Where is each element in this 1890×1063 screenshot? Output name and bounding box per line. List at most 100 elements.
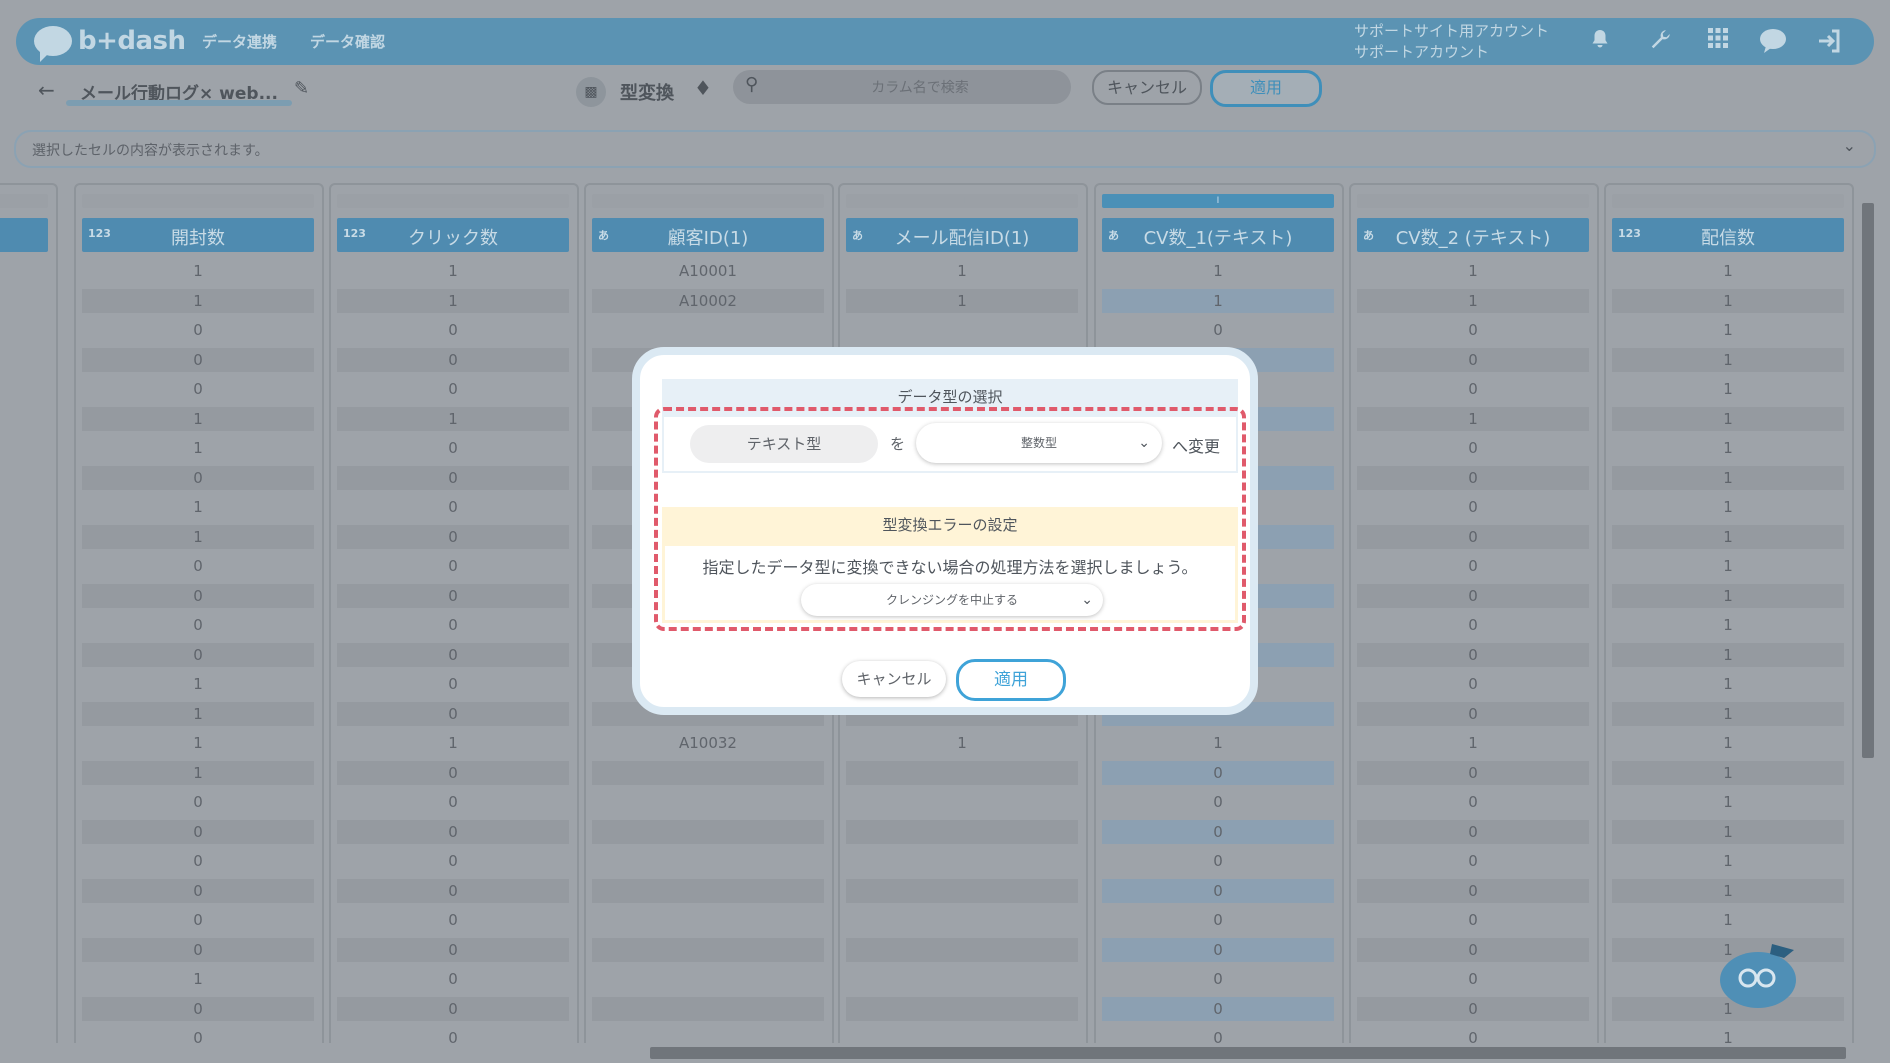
table-cell[interactable]: 0 bbox=[337, 436, 569, 460]
table-cell[interactable]: 0 bbox=[337, 1026, 569, 1043]
table-cell[interactable]: 0 bbox=[1102, 996, 1334, 1021]
table-cell[interactable]: 1 bbox=[337, 406, 569, 431]
table-cell[interactable]: 0 bbox=[337, 878, 569, 903]
table-cell[interactable]: 0 bbox=[1102, 849, 1334, 873]
table-cell[interactable]: 1 bbox=[1612, 672, 1844, 696]
table-cell[interactable]: 1 bbox=[1612, 790, 1844, 814]
table-cell[interactable]: 0 bbox=[82, 819, 314, 844]
table-cell[interactable]: 1 bbox=[337, 731, 569, 755]
table-cell[interactable] bbox=[592, 878, 824, 903]
table-cell[interactable]: 1 bbox=[82, 731, 314, 755]
dialog-cancel-button[interactable]: キャンセル bbox=[842, 661, 946, 697]
table-cell[interactable]: 0 bbox=[1357, 583, 1589, 608]
table-cell[interactable]: 0 bbox=[1102, 967, 1334, 991]
table-cell[interactable]: 1 bbox=[1102, 731, 1334, 755]
table-cell[interactable]: 0 bbox=[337, 642, 569, 667]
table-cell[interactable]: 0 bbox=[1102, 937, 1334, 962]
table-cell[interactable]: 1 bbox=[1612, 731, 1844, 755]
table-cell[interactable]: 1 bbox=[1612, 613, 1844, 637]
column-header[interactable]: 123 配信数 bbox=[1612, 218, 1844, 252]
table-cell[interactable]: 1 bbox=[1612, 1026, 1844, 1043]
column-letter[interactable]: H bbox=[846, 194, 1078, 208]
table-cell[interactable]: 0 bbox=[1357, 554, 1589, 578]
table-cell[interactable]: 1 bbox=[1357, 259, 1589, 283]
table-cell[interactable]: 0 bbox=[1102, 908, 1334, 932]
table-cell[interactable]: 0 bbox=[82, 878, 314, 903]
table-cell[interactable]: 1 bbox=[1612, 318, 1844, 342]
table-cell[interactable]: 0 bbox=[1357, 436, 1589, 460]
table-cell[interactable]: 0 bbox=[337, 672, 569, 696]
column-letter[interactable]: E bbox=[82, 194, 314, 208]
table-cell[interactable]: 1 bbox=[82, 406, 314, 431]
table-cell[interactable]: 1 bbox=[846, 259, 1078, 283]
pencil-icon[interactable]: ✎ bbox=[294, 78, 309, 99]
table-cell[interactable]: 1 bbox=[82, 288, 314, 313]
table-cell[interactable]: 1 bbox=[1612, 436, 1844, 460]
table-cell[interactable] bbox=[846, 760, 1078, 785]
table-cell[interactable]: 0 bbox=[1357, 937, 1589, 962]
table-cell[interactable]: 1 bbox=[1612, 495, 1844, 519]
table-cell[interactable]: 1 bbox=[1102, 259, 1334, 283]
table-cell[interactable]: 0 bbox=[1357, 1026, 1589, 1043]
table-cell[interactable] bbox=[592, 967, 824, 991]
table-cell[interactable]: A10032 bbox=[592, 731, 824, 755]
column-letter[interactable]: F bbox=[337, 194, 569, 208]
table-cell[interactable]: 0 bbox=[1357, 878, 1589, 903]
table-cell[interactable] bbox=[592, 996, 824, 1021]
table-cell[interactable]: 0 bbox=[82, 377, 314, 401]
table-cell[interactable] bbox=[592, 790, 824, 814]
table-cell[interactable] bbox=[846, 878, 1078, 903]
table-cell[interactable]: 0 bbox=[1357, 318, 1589, 342]
toolbar-cancel-button[interactable]: キャンセル bbox=[1092, 70, 1202, 105]
table-cell[interactable] bbox=[846, 967, 1078, 991]
table-cell[interactable]: 1 bbox=[82, 524, 314, 549]
table-cell[interactable]: 1 bbox=[1612, 524, 1844, 549]
table-cell[interactable] bbox=[846, 908, 1078, 932]
to-type-select[interactable]: 整数型 ⌄ bbox=[916, 423, 1162, 463]
table-cell[interactable]: 0 bbox=[1357, 790, 1589, 814]
table-cell[interactable]: 0 bbox=[1102, 1026, 1334, 1043]
error-handling-select[interactable]: クレンジングを中止する ⌄ bbox=[801, 584, 1103, 616]
table-cell[interactable]: 1 bbox=[846, 731, 1078, 755]
table-cell[interactable]: 1 bbox=[1612, 465, 1844, 490]
table-cell[interactable]: 0 bbox=[337, 554, 569, 578]
table-cell[interactable]: 0 bbox=[82, 318, 314, 342]
table-cell[interactable]: 1 bbox=[1612, 288, 1844, 313]
column-letter[interactable]: G bbox=[592, 194, 824, 208]
table-cell[interactable]: 0 bbox=[337, 790, 569, 814]
table-cell[interactable]: 0 bbox=[337, 318, 569, 342]
table-cell[interactable]: 1 bbox=[1612, 642, 1844, 667]
table-cell[interactable] bbox=[592, 1026, 824, 1043]
column-search-input[interactable] bbox=[773, 70, 1067, 106]
horizontal-scroll-thumb[interactable] bbox=[650, 1047, 1846, 1059]
dialog-apply-button[interactable]: 適用 bbox=[956, 659, 1066, 701]
horizontal-scrollbar[interactable] bbox=[0, 1045, 1858, 1061]
table-cell[interactable]: 0 bbox=[82, 1026, 314, 1043]
table-cell[interactable]: 1 bbox=[1612, 406, 1844, 431]
table-cell[interactable]: 0 bbox=[337, 967, 569, 991]
table-cell[interactable]: 1 bbox=[337, 259, 569, 283]
table-cell[interactable] bbox=[592, 819, 824, 844]
vertical-scroll-thumb[interactable] bbox=[1862, 203, 1874, 758]
table-cell[interactable]: 1 bbox=[1612, 701, 1844, 726]
table-cell[interactable]: 0 bbox=[337, 377, 569, 401]
table-cell[interactable]: 1 bbox=[1612, 878, 1844, 903]
table-cell[interactable]: 0 bbox=[337, 583, 569, 608]
table-cell[interactable]: 0 bbox=[337, 849, 569, 873]
table-cell[interactable]: 1 bbox=[1612, 347, 1844, 372]
table-cell[interactable]: 1 bbox=[82, 436, 314, 460]
toolbar-apply-button[interactable]: 適用 bbox=[1210, 70, 1322, 107]
table-cell[interactable]: 1 bbox=[1612, 760, 1844, 785]
table-cell[interactable]: 1 bbox=[1357, 288, 1589, 313]
table-cell[interactable]: 0 bbox=[1357, 672, 1589, 696]
table-cell[interactable]: 0 bbox=[82, 465, 314, 490]
column-letter[interactable]: K bbox=[1612, 194, 1844, 208]
table-cell[interactable] bbox=[592, 937, 824, 962]
column-header[interactable]: あ顧客ID(1) bbox=[592, 218, 824, 252]
table-cell[interactable]: 0 bbox=[337, 937, 569, 962]
table-cell[interactable]: 1 bbox=[82, 760, 314, 785]
table-cell[interactable]: 0 bbox=[1357, 996, 1589, 1021]
table-cell[interactable]: 0 bbox=[337, 613, 569, 637]
table-cell[interactable]: 1 bbox=[82, 672, 314, 696]
table-cell[interactable]: 0 bbox=[1357, 849, 1589, 873]
